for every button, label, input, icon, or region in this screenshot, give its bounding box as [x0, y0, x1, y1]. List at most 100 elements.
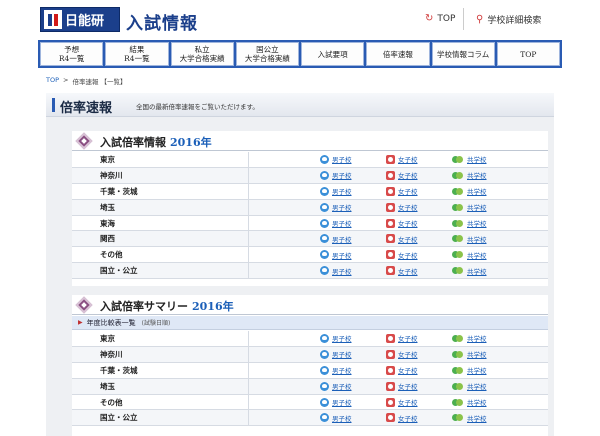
nav-item-youkou[interactable]: 入試要項	[301, 42, 365, 66]
girl-icon	[386, 365, 395, 375]
girl-icon	[386, 234, 395, 244]
section-title: 入試倍率情報 2016年	[100, 136, 212, 149]
diamond-bullet-icon	[75, 132, 93, 150]
coed-school-link[interactable]: 共学校	[452, 266, 487, 276]
column-divider	[248, 199, 249, 215]
girls-school-link[interactable]: 女子校	[386, 218, 418, 228]
region-name: 東京	[100, 333, 115, 343]
boys-school-link[interactable]: 男子校	[320, 397, 352, 407]
girl-icon	[386, 349, 395, 359]
boy-icon	[320, 365, 329, 375]
header-school-search-link[interactable]: ⚲ 学校詳細検索	[476, 13, 541, 26]
boys-school-link[interactable]: 男子校	[320, 349, 352, 359]
coed-school-link[interactable]: 共学校	[452, 234, 487, 244]
coed-school-link[interactable]: 共学校	[452, 349, 487, 359]
coed-school-link[interactable]: 共学校	[452, 170, 487, 180]
region-name: 国立・公立	[100, 413, 138, 423]
boys-school-link[interactable]: 男子校	[320, 170, 352, 180]
site-header: 日能研 入試情報 ↻ TOP ⚲ 学校詳細検索	[0, 0, 600, 40]
region-name: 国立・公立	[100, 266, 138, 276]
region-name: 東京	[100, 154, 115, 164]
table-row: その他 男子校 女子校 共学校	[72, 394, 548, 411]
boys-school-link[interactable]: 男子校	[320, 381, 352, 391]
girls-school-link[interactable]: 女子校	[386, 413, 418, 423]
region-name: 神奈川	[100, 170, 123, 180]
breadcrumb-top[interactable]: TOP	[46, 76, 59, 86]
girls-school-link[interactable]: 女子校	[386, 154, 418, 164]
top-arrow-icon: ↻	[425, 13, 434, 24]
girls-school-link[interactable]: 女子校	[386, 170, 418, 180]
section-ratio-info: 入試倍率情報 2016年 東京 男子校 女子校 共学校 神奈川 男子校 女子校 共学校 千葉・茨城…	[72, 131, 548, 286]
girl-icon	[386, 381, 395, 391]
region-list: 東京 男子校 女子校 共学校 神奈川 男子校 女子校 共学校 千葉・茨城 男子校 女子校 共学校 埼玉男…	[72, 152, 548, 280]
region-name: 関西	[100, 234, 115, 244]
table-row: 埼玉 男子校 女子校 共学校	[72, 378, 548, 395]
column-divider	[248, 231, 249, 247]
girls-school-link[interactable]: 女子校	[386, 349, 418, 359]
boys-school-link[interactable]: 男子校	[320, 413, 352, 423]
boys-school-link[interactable]: 男子校	[320, 333, 352, 343]
column-divider	[248, 331, 249, 346]
girls-school-link[interactable]: 女子校	[386, 266, 418, 276]
nichinoken-logo[interactable]: 日能研	[40, 7, 120, 32]
nav-item-public-univ[interactable]: 国公立 大学合格実績	[235, 42, 299, 66]
boys-school-link[interactable]: 男子校	[320, 154, 352, 164]
column-divider	[248, 394, 249, 410]
section-ratio-summary: 入試倍率サマリー 2016年 ▶ 年度比較表一覧 (試験日順) 東京 男子校 女子校共…	[72, 295, 548, 436]
girls-school-link[interactable]: 女子校	[386, 202, 418, 212]
logo-mark-icon	[44, 10, 62, 29]
header-top-link[interactable]: ↻ TOP	[425, 13, 455, 24]
coed-icon	[452, 398, 464, 407]
girls-school-link[interactable]: 女子校	[386, 333, 418, 343]
boy-icon	[320, 234, 329, 244]
boy-icon	[320, 202, 329, 212]
coed-school-link[interactable]: 共学校	[452, 202, 487, 212]
girl-icon	[386, 266, 395, 276]
nav-item-top[interactable]: TOP	[496, 42, 560, 66]
girl-icon	[386, 154, 395, 164]
boys-school-link[interactable]: 男子校	[320, 202, 352, 212]
nav-item-bairitsu[interactable]: 倍率速報	[366, 42, 430, 66]
coed-school-link[interactable]: 共学校	[452, 413, 487, 423]
nav-item-column[interactable]: 学校情報コラム	[431, 42, 495, 66]
coed-school-link[interactable]: 共学校	[452, 186, 487, 196]
boys-school-link[interactable]: 男子校	[320, 218, 352, 228]
region-list: 東京 男子校 女子校 共学校 神奈川 男子校 女子校 共学校 千葉・茨城 男子校 女子校 共学校 埼玉男…	[72, 331, 548, 427]
page-title-bar	[52, 98, 55, 112]
nav-item-yosou[interactable]: 予想 R4一覧	[40, 42, 104, 66]
nav-item-private-univ[interactable]: 私立 大学合格実績	[170, 42, 234, 66]
girls-school-link[interactable]: 女子校	[386, 234, 418, 244]
boys-school-link[interactable]: 男子校	[320, 365, 352, 375]
boys-school-link[interactable]: 男子校	[320, 250, 352, 260]
girls-school-link[interactable]: 女子校	[386, 365, 418, 375]
coed-school-link[interactable]: 共学校	[452, 381, 487, 391]
table-row: 埼玉 男子校 女子校 共学校	[72, 199, 548, 216]
girls-school-link[interactable]: 女子校	[386, 250, 418, 260]
table-row: その他 男子校 女子校 共学校	[72, 247, 548, 264]
coed-school-link[interactable]: 共学校	[452, 365, 487, 375]
table-row: 神奈川 男子校 女子校 共学校	[72, 167, 548, 184]
subheader-label: 年度比較表一覧	[86, 318, 136, 327]
section-title: 入試倍率サマリー 2016年	[100, 300, 234, 313]
boys-school-link[interactable]: 男子校	[320, 186, 352, 196]
page-description: 全国の最新倍率速報をご覧いただけます。	[136, 103, 259, 111]
coed-school-link[interactable]: 共学校	[452, 154, 487, 164]
coed-icon	[452, 171, 464, 180]
girl-icon	[386, 170, 395, 180]
girls-school-link[interactable]: 女子校	[386, 186, 418, 196]
boy-icon	[320, 413, 329, 423]
girls-school-link[interactable]: 女子校	[386, 381, 418, 391]
coed-school-link[interactable]: 共学校	[452, 218, 487, 228]
girl-icon	[386, 202, 395, 212]
coed-icon	[452, 350, 464, 359]
coed-school-link[interactable]: 共学校	[452, 250, 487, 260]
nav-item-kekka[interactable]: 結果 R4一覧	[105, 42, 169, 66]
girls-school-link[interactable]: 女子校	[386, 397, 418, 407]
region-name: その他	[100, 397, 123, 407]
boys-school-link[interactable]: 男子校	[320, 234, 352, 244]
coed-school-link[interactable]: 共学校	[452, 397, 487, 407]
column-divider	[248, 362, 249, 378]
page-title: 倍率速報	[60, 101, 113, 116]
coed-school-link[interactable]: 共学校	[452, 333, 487, 343]
boys-school-link[interactable]: 男子校	[320, 266, 352, 276]
